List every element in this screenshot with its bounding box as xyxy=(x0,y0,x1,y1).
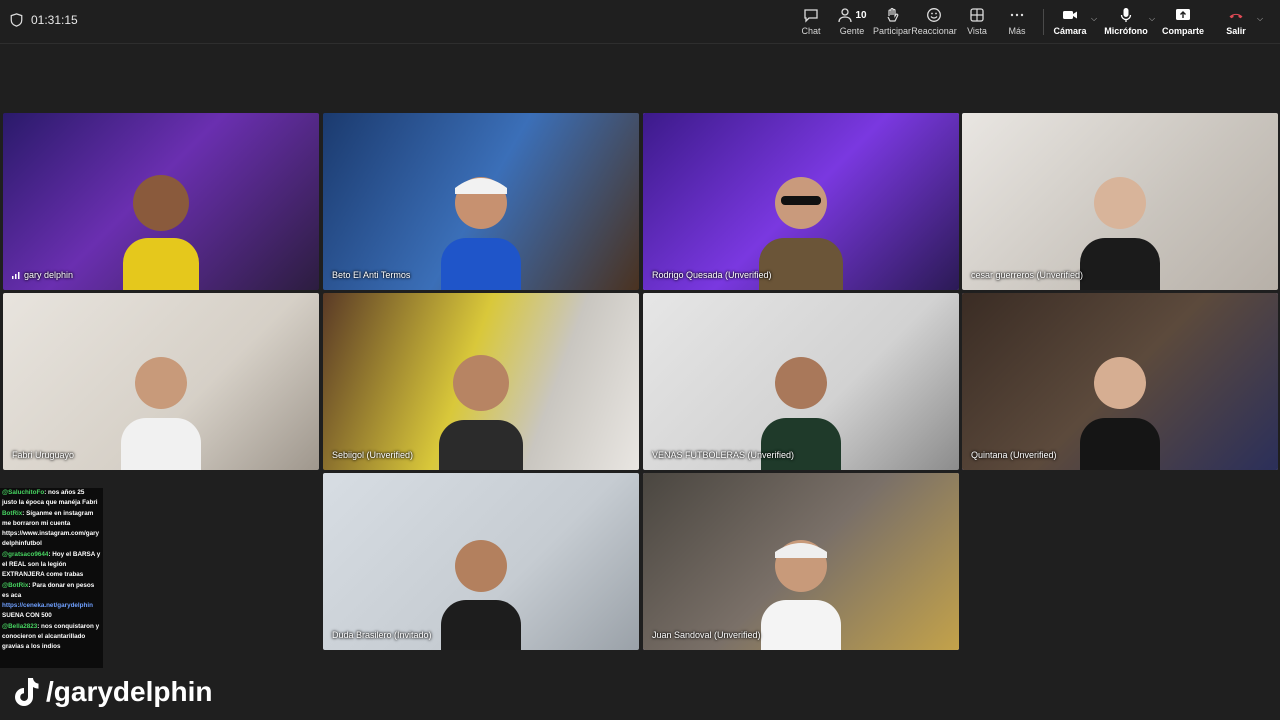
video-tile-venas-futboleras[interactable]: VENAS FUTBOLERAS (Unverified) xyxy=(643,293,959,470)
video-tile-gary-delphin[interactable]: gary delphin xyxy=(3,113,319,290)
hang-up-icon xyxy=(1229,13,1243,19)
video-tile-cesar[interactable]: cesar guerreros (Unverified) xyxy=(962,113,1278,290)
participant-name: Duda Brasilero (Invitado) xyxy=(332,630,432,640)
participant-name-text: Beto El Anti Termos xyxy=(332,270,411,280)
participant-name: Beto El Anti Termos xyxy=(332,270,410,280)
grid-icon xyxy=(970,8,984,22)
video-tile-duda[interactable]: Duda Brasilero (Invitado) xyxy=(323,473,639,650)
view-label: Vista xyxy=(967,26,987,36)
chat-link: https://www.instagram.com/garydelphinfut… xyxy=(2,530,100,547)
camera-options-chevron-icon[interactable]: ⌵ xyxy=(1091,14,1097,24)
hand-icon xyxy=(887,7,899,22)
video-tile-fabri[interactable]: Fabri Uruguayo xyxy=(3,293,319,470)
video-tile-beto[interactable]: Beto El Anti Termos xyxy=(323,113,639,290)
leave-options-chevron-icon[interactable]: ⌵ xyxy=(1257,14,1263,24)
microphone-label: Micrófono xyxy=(1104,26,1148,36)
timer-text: 01:31:15 xyxy=(31,13,78,27)
chat-username: BotRix xyxy=(2,510,23,517)
chat-label: Chat xyxy=(801,26,821,36)
toolbar-divider xyxy=(1043,9,1044,35)
share-icon xyxy=(1176,9,1190,20)
chat-username: @BotRix xyxy=(2,582,29,589)
leave-label: Salir xyxy=(1226,26,1246,36)
signal-icon xyxy=(12,271,20,279)
tiktok-icon xyxy=(15,678,39,706)
participant-name-text: cesar guerreros (Unverified) xyxy=(971,270,1084,280)
emoji-icon xyxy=(927,8,941,22)
participant-name-text: Quintana (Unverified) xyxy=(971,450,1057,460)
shield-icon xyxy=(10,13,23,27)
chat-message: @Bella2823: nos conquistaron y conociero… xyxy=(2,622,101,652)
participant-name: cesar guerreros (Unverified) xyxy=(971,270,1083,280)
chat-message: @gratsaco9644: Hoy el BARSA y el REAL so… xyxy=(2,550,101,580)
participant-name-text: Duda Brasilero (Invitado) xyxy=(332,630,432,640)
chat-message: BotRix: Síganme en instagram me borraron… xyxy=(2,509,101,549)
video-tile-sebiigol[interactable]: Sebiigol (Unverified) xyxy=(323,293,639,470)
chat-username: @gratsaco9644 xyxy=(2,551,49,558)
react-label: Reaccionar xyxy=(911,26,957,36)
share-label: Comparte xyxy=(1162,26,1205,36)
raise-hand-label: Participar xyxy=(873,26,912,36)
video-tile-rodrigo[interactable]: Rodrigo Quesada (Unverified) xyxy=(643,113,959,290)
microphone-options-chevron-icon[interactable]: ⌵ xyxy=(1149,14,1155,24)
participant-name-text: Sebiigol (Unverified) xyxy=(332,450,414,460)
brand-handle: /garydelphin xyxy=(46,676,213,707)
more-label: Más xyxy=(1008,26,1026,36)
participant-name: Juan Sandoval (Unverified) xyxy=(652,630,761,640)
chat-username: @SaluchitoFo xyxy=(2,489,45,496)
more-icon xyxy=(1010,13,1024,17)
raise-hand-button[interactable]: Participar xyxy=(873,6,912,40)
camera-button[interactable]: Cámara xyxy=(1053,6,1087,40)
people-icon xyxy=(838,8,853,23)
participant-name: Sebiigol (Unverified) xyxy=(332,450,413,460)
chat-icon xyxy=(804,9,818,23)
participant-name: VENAS FUTBOLERAS (Unverified) xyxy=(652,450,794,460)
chat-message: @SaluchitoFo: nos años 25 justo la época… xyxy=(2,488,101,508)
chat-link: https://ceneka.net/garydelphin xyxy=(2,602,93,609)
meeting-toolbar: 01:31:15 Chat 10 Gente Participar Reacci… xyxy=(0,0,1280,44)
participant-name: Quintana (Unverified) xyxy=(971,450,1057,460)
participant-name-text: Fabri Uruguayo xyxy=(12,450,75,460)
tiktok-watermark: /garydelphin xyxy=(12,676,212,708)
participant-name: gary delphin xyxy=(12,270,73,280)
participant-name-text: Juan Sandoval (Unverified) xyxy=(652,630,761,640)
leave-button[interactable]: Salir xyxy=(1226,6,1246,40)
react-button[interactable]: Reaccionar xyxy=(911,6,957,40)
camera-icon xyxy=(1063,11,1077,19)
participant-name-text: VENAS FUTBOLERAS (Unverified) xyxy=(652,450,795,460)
more-button[interactable]: Más xyxy=(1008,6,1026,40)
video-tile-juan-sandoval[interactable]: Juan Sandoval (Unverified) xyxy=(643,473,959,650)
chat-message: @BotRix: Para donar en pesos es aca https… xyxy=(2,581,101,621)
participant-name: Fabri Uruguayo xyxy=(12,450,74,460)
participant-name-text: gary delphin xyxy=(24,270,74,280)
people-button[interactable]: 10 Gente xyxy=(838,6,867,40)
chat-button[interactable]: Chat xyxy=(801,6,821,40)
camera-label: Cámara xyxy=(1053,26,1087,36)
meeting-timer: 01:31:15 xyxy=(10,13,78,27)
share-button[interactable]: Comparte xyxy=(1162,6,1205,40)
view-button[interactable]: Vista xyxy=(967,6,987,40)
participant-name-text: Rodrigo Quesada (Unverified) xyxy=(652,270,772,280)
chat-username: @Bella2823 xyxy=(2,623,38,630)
participant-name: Rodrigo Quesada (Unverified) xyxy=(652,270,772,280)
chat-text: SUENA CON 500 xyxy=(2,612,52,619)
people-count: 10 xyxy=(855,9,867,21)
people-label: Gente xyxy=(839,26,865,36)
microphone-icon xyxy=(1120,8,1132,22)
microphone-button[interactable]: Micrófono xyxy=(1104,6,1148,40)
video-tile-quintana[interactable]: Quintana (Unverified) xyxy=(962,293,1278,470)
stream-chat-overlay: @SaluchitoFo: nos años 25 justo la época… xyxy=(0,488,103,668)
